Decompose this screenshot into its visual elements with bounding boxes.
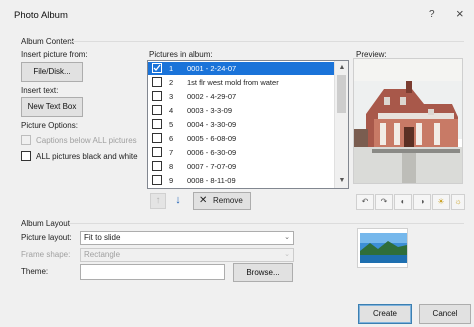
insert-picture-label: Insert picture from: <box>21 50 88 59</box>
scroll-up-icon[interactable]: ▲ <box>335 62 348 74</box>
remove-label: Remove <box>213 196 243 205</box>
landscape-thumbnail <box>358 229 407 267</box>
picture-options-label: Picture Options: <box>21 121 78 130</box>
captions-checkbox[interactable] <box>21 135 31 145</box>
pictures-list[interactable]: 1 0001 - 2-24-07 2 1st flr west mold from… <box>147 60 349 189</box>
decrease-contrast-icon[interactable]: ◑ <box>413 194 431 210</box>
close-icon[interactable]: × <box>456 6 464 21</box>
list-item[interactable]: 2 1st flr west mold from water <box>148 76 335 89</box>
frame-shape-select[interactable]: Rectangle ⌄ <box>80 248 294 262</box>
list-item[interactable]: 3 0002 - 4-29-07 <box>148 90 335 103</box>
browse-button[interactable]: Browse... <box>233 263 293 282</box>
scrollbar-thumb[interactable] <box>337 75 346 113</box>
album-layout-group-label: Album Layout <box>21 219 70 228</box>
scroll-down-icon[interactable]: ▼ <box>335 175 348 187</box>
preview-image <box>353 58 463 184</box>
remove-icon: ✕ <box>199 195 208 206</box>
decrease-brightness-icon[interactable]: ☼ <box>451 194 465 210</box>
checkbox[interactable] <box>152 161 162 171</box>
remove-button[interactable]: ✕ Remove <box>193 192 251 210</box>
picture-layout-label: Picture layout: <box>21 233 72 242</box>
create-button[interactable]: Create <box>358 304 412 324</box>
insert-text-label: Insert text: <box>21 86 59 95</box>
checkbox-checked-icon[interactable] <box>152 63 162 73</box>
album-content-divider <box>70 41 464 42</box>
checkbox[interactable] <box>152 175 162 185</box>
rotate-right-icon[interactable]: ↷ <box>375 194 393 210</box>
list-item[interactable]: 5 0004 - 3-30-09 <box>148 118 335 131</box>
move-up-button[interactable]: ↑ <box>150 193 166 209</box>
checkbox[interactable] <box>152 119 162 129</box>
checkbox[interactable] <box>152 105 162 115</box>
rotate-left-icon[interactable]: ↶ <box>356 194 374 210</box>
cancel-button[interactable]: Cancel <box>419 304 471 324</box>
black-white-checkbox[interactable] <box>21 151 31 161</box>
picture-layout-select[interactable]: Fit to slide ⌄ <box>80 231 294 245</box>
captions-label: Captions below ALL pictures <box>36 136 137 145</box>
list-item[interactable]: 8 0007 - 7-07-09 <box>148 160 335 173</box>
new-text-box-button[interactable]: New Text Box <box>21 97 83 117</box>
arrow-down-icon: ↓ <box>175 194 181 206</box>
list-item[interactable]: 9 0008 - 8-11-09 <box>148 174 335 187</box>
list-scrollbar[interactable]: ▲ ▼ <box>334 61 348 188</box>
title-bar: Photo Album ? × <box>0 0 474 28</box>
theme-input[interactable] <box>80 264 225 280</box>
album-layout-divider <box>70 223 464 224</box>
album-content-group-label: Album Content <box>21 37 74 46</box>
pictures-in-album-label: Pictures in album: <box>149 50 213 59</box>
arrow-up-icon: ↑ <box>155 195 161 206</box>
list-item[interactable]: 4 0003 - 3-3-09 <box>148 104 335 117</box>
list-item[interactable]: 1 0001 - 2-24-07 <box>148 62 335 75</box>
checkbox[interactable] <box>152 147 162 157</box>
theme-label: Theme: <box>21 267 49 276</box>
increase-contrast-icon[interactable]: ◐ <box>394 194 412 210</box>
frame-shape-label: Frame shape: <box>21 250 71 259</box>
house-photo <box>354 59 462 183</box>
checkbox[interactable] <box>152 77 162 87</box>
checkbox[interactable] <box>152 133 162 143</box>
chevron-down-icon: ⌄ <box>284 251 290 258</box>
black-white-label: ALL pictures black and white <box>36 152 138 161</box>
increase-brightness-icon[interactable]: ☀ <box>432 194 450 210</box>
dialog-title: Photo Album <box>14 10 68 21</box>
checkbox[interactable] <box>152 91 162 101</box>
list-item[interactable]: 6 0005 - 6-08-09 <box>148 132 335 145</box>
chevron-down-icon: ⌄ <box>284 234 290 241</box>
help-icon[interactable]: ? <box>429 9 435 20</box>
move-down-button[interactable]: ↓ <box>170 193 186 209</box>
list-item[interactable]: 7 0006 - 6-30-09 <box>148 146 335 159</box>
file-disk-button[interactable]: File/Disk... <box>21 62 83 82</box>
layout-preview-thumbnail <box>357 228 408 268</box>
